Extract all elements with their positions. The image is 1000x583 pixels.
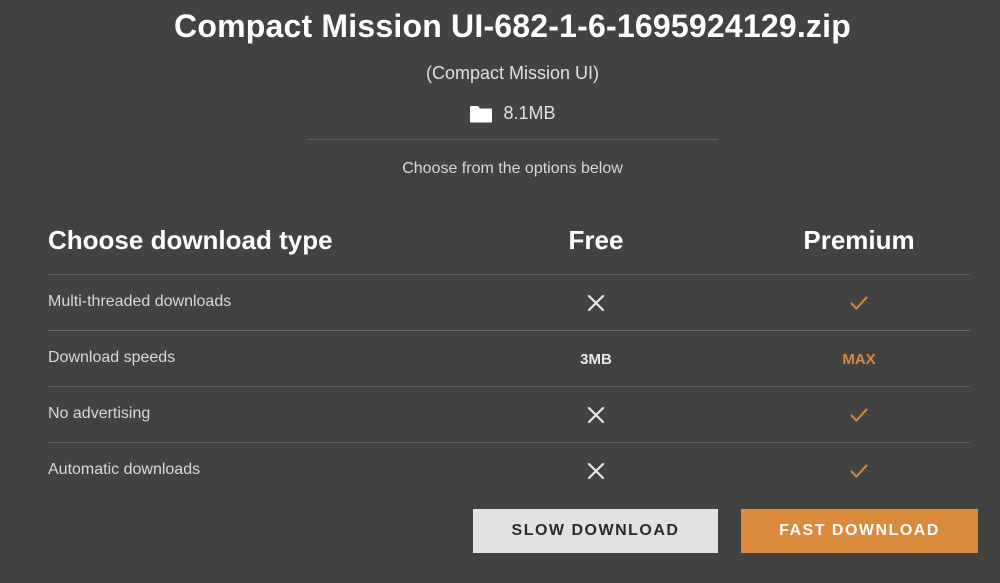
x-icon [587,406,605,424]
folder-icon [470,105,493,122]
file-size-row: 8.1MB [0,103,1000,124]
column-header-type: Choose download type [48,225,333,255]
file-title: Compact Mission UI-682-1-6-1695924129.zi… [174,8,851,44]
divider [308,139,718,140]
fast-download-button[interactable]: FAST DOWNLOAD [741,509,978,553]
table-row: Multi-threaded downloads [48,274,970,331]
premium-cell [768,275,950,331]
file-size: 8.1MB [503,103,556,123]
x-icon [587,462,605,480]
premium-cell [768,443,950,499]
row-label: No advertising [48,405,151,422]
free-cell [520,275,672,331]
check-icon [850,464,868,478]
free-cell [520,387,672,443]
row-label: Automatic downloads [48,461,201,478]
slow-download-button[interactable]: SLOW DOWNLOAD [473,509,718,553]
x-icon [587,294,605,312]
free-cell [520,443,672,499]
check-icon [850,408,868,422]
column-header-free: Free [568,225,624,255]
premium-cell [768,387,950,443]
row-label: Multi-threaded downloads [48,293,232,310]
free-speed-value: 3MB [580,350,612,368]
table-row: No advertising [48,386,970,443]
table-row: Download speeds 3MB MAX [48,330,970,387]
row-label: Download speeds [48,349,176,366]
options-prompt: Choose from the options below [402,160,623,177]
download-table-header: Choose download type Free Premium [48,225,970,273]
column-header-premium: Premium [803,225,915,255]
file-subtitle: (Compact Mission UI) [425,63,600,83]
premium-speed-value: MAX [842,350,876,368]
table-row: Automatic downloads [48,442,970,499]
check-icon [850,296,868,310]
